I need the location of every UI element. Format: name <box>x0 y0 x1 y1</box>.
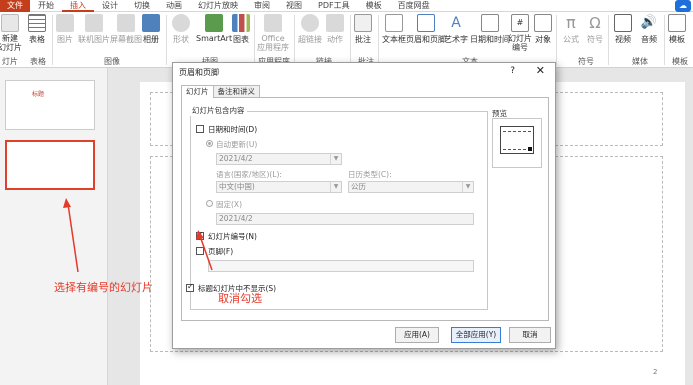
annotation-uncheck: 取消勾选 <box>218 292 262 305</box>
annotation-select-slide: 选择有编号的幻灯片 <box>54 281 153 294</box>
tab-slide[interactable]: 幻灯片 <box>181 85 214 98</box>
powerpoint-window: 文件 开始 插入 设计 切换 动画 幻灯片放映 审阅 视图 PDF工具 模板 百… <box>0 0 693 385</box>
annotation-arrow-checkbox <box>199 235 213 271</box>
arrow-head-icon <box>63 198 71 208</box>
annotation-arrow-slide <box>67 203 79 273</box>
annotation-arrows <box>63 198 213 273</box>
arrow-head-icon <box>196 230 204 240</box>
